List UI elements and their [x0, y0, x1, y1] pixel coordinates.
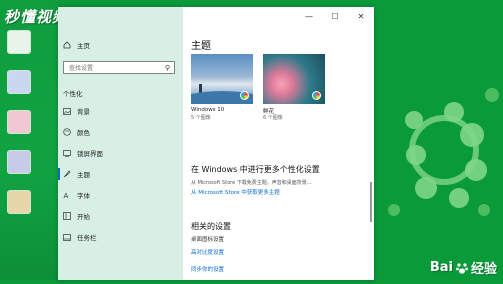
desktop-wallpaper-right: Bai 经验 — [374, 0, 503, 280]
desktop-left-area — [0, 0, 58, 280]
baidu-logo-text: Bai — [429, 260, 453, 275]
page-title: 主题 — [191, 41, 211, 52]
font-icon: A — [62, 190, 72, 200]
wallpaper-decoration — [388, 88, 499, 216]
theme-name: Windows 10 — [191, 107, 225, 113]
jingyan-text: 经验 — [470, 262, 497, 277]
themes-content: 主题 Windows 10 5 个图像 鲜花 6 个图像 在 Windows 中… — [191, 7, 371, 280]
baidu-jingyan-logo: Bai 经验 — [430, 258, 497, 277]
svg-text:A: A — [64, 192, 69, 199]
theme-color-dot — [312, 91, 321, 100]
sidebar-item-label: 锁屏界面 — [77, 150, 103, 158]
settings-sidebar: 主页 查找设置 ⚲ 个性化 背景 颜色 锁屏界面 主题 A 字体 开始 任务栏 — [58, 7, 183, 280]
settings-search-input[interactable]: 查找设置 ⚲ — [63, 61, 175, 74]
taskbar-icon — [62, 232, 72, 242]
sidebar-home-label: 主页 — [77, 42, 90, 50]
sidebar-item-background[interactable]: 背景 — [62, 103, 90, 119]
sidebar-item-label: 主题 — [77, 171, 90, 179]
desktop-icon-settings[interactable]: 桌面图标设置 — [191, 235, 224, 243]
sidebar-item-label: 背景 — [77, 108, 90, 116]
search-icon: ⚲ — [164, 64, 170, 72]
high-contrast-link[interactable]: 高对比度设置 — [191, 248, 224, 256]
sidebar-item-label: 字体 — [77, 192, 90, 200]
sidebar-item-taskbar[interactable]: 任务栏 — [62, 229, 97, 245]
sidebar-section-title: 个性化 — [63, 90, 83, 98]
sidebar-item-label: 开始 — [77, 213, 90, 221]
theme-thumbnail-windows10[interactable] — [191, 54, 253, 104]
sidebar-item-label: 任务栏 — [77, 234, 97, 242]
sidebar-item-label: 颜色 — [77, 129, 90, 137]
sidebar-item-start[interactable]: 开始 — [62, 208, 90, 224]
desktop-app-icon[interactable] — [7, 110, 31, 134]
desktop-recycle-bin-icon[interactable] — [7, 30, 31, 54]
desktop-app-icon[interactable] — [7, 190, 31, 214]
home-icon — [62, 40, 72, 50]
more-personalization-heading: 在 Windows 中进行更多个性化设置 — [191, 165, 320, 174]
brush-icon — [62, 169, 72, 179]
store-themes-link[interactable]: 从 Microsoft Store 中获取更多主题 — [191, 188, 280, 196]
sidebar-item-themes[interactable]: 主题 — [58, 166, 90, 182]
theme-color-dot — [240, 91, 249, 100]
search-placeholder: 查找设置 — [69, 65, 94, 72]
theme-count: 6 个图像 — [263, 115, 283, 121]
desktop-app-icon[interactable] — [7, 150, 31, 174]
sync-settings-link[interactable]: 同步你的设置 — [191, 265, 224, 273]
paw-icon — [456, 262, 468, 274]
theme-thumbnail-flowers[interactable] — [263, 54, 325, 104]
palette-icon — [62, 127, 72, 137]
settings-window: 主页 查找设置 ⚲ 个性化 背景 颜色 锁屏界面 主题 A 字体 开始 任务栏 … — [58, 7, 374, 280]
sidebar-item-colors[interactable]: 颜色 — [62, 124, 90, 140]
content-scrollbar[interactable] — [370, 182, 372, 222]
sidebar-home[interactable]: 主页 — [62, 37, 90, 53]
sidebar-item-fonts[interactable]: A 字体 — [62, 187, 91, 203]
desktop-app-icon[interactable] — [7, 70, 31, 94]
lock-screen-icon — [62, 148, 72, 158]
image-icon — [62, 106, 72, 116]
sidebar-item-lock-screen[interactable]: 锁屏界面 — [62, 145, 103, 161]
more-personalization-desc: 从 Microsoft Store 下载免费主题，声音和桌面背景… — [191, 180, 312, 186]
theme-count: 5 个图像 — [191, 115, 211, 121]
related-settings-heading: 相关的设置 — [191, 222, 231, 231]
start-icon — [62, 211, 72, 221]
